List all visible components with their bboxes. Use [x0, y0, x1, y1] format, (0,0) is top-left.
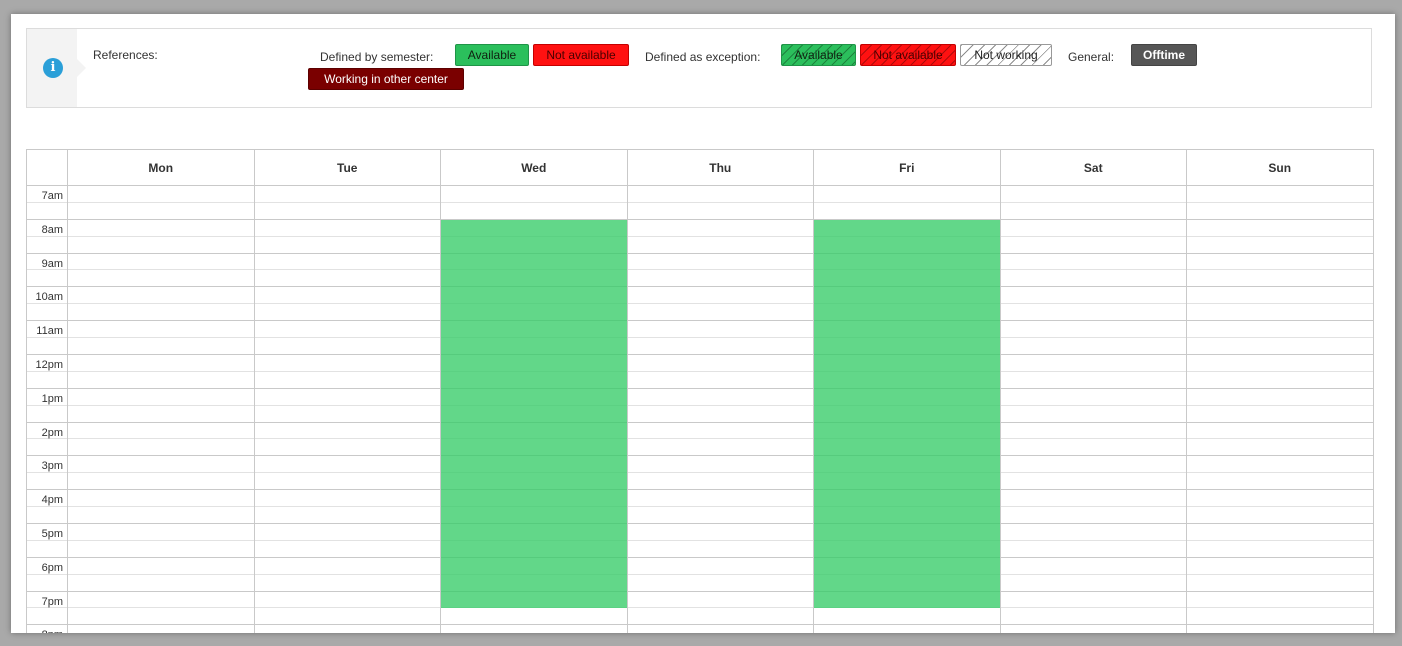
time-slot-row[interactable]	[27, 338, 1373, 355]
time-slot-row[interactable]	[27, 440, 1373, 457]
legend-icon-panel: i	[27, 29, 86, 107]
time-slot-row[interactable]	[27, 203, 1373, 220]
references-label: References:	[93, 48, 158, 62]
exception-not-available-chip: Not available	[860, 44, 956, 66]
column-divider	[67, 186, 68, 633]
semester-available-chip: Available	[455, 44, 529, 66]
time-slot-row[interactable]	[27, 473, 1373, 491]
time-slot-row[interactable]	[27, 524, 1373, 541]
time-slot-row[interactable]	[27, 237, 1373, 254]
time-slot-row[interactable]	[27, 575, 1373, 592]
exception-label: Defined as exception:	[645, 50, 761, 64]
time-slot-row[interactable]	[27, 507, 1373, 524]
time-slot-row[interactable]	[27, 254, 1373, 271]
day-header-sun: Sun	[1186, 150, 1373, 186]
available-block-wed[interactable]	[441, 219, 627, 609]
time-label: 8pm	[27, 629, 63, 633]
time-label: 2pm	[41, 426, 63, 439]
time-label: 7am	[41, 190, 63, 202]
time-label: 3pm	[41, 460, 63, 473]
time-slot-row[interactable]	[27, 271, 1373, 288]
general-label: General:	[1068, 50, 1115, 64]
time-slot-row[interactable]	[27, 372, 1373, 389]
day-header-tue: Tue	[253, 150, 441, 186]
day-header-thu: Thu	[626, 150, 814, 186]
time-slot-row[interactable]	[27, 406, 1373, 423]
time-slot-row[interactable]	[27, 423, 1373, 440]
day-header-mon: Mon	[67, 150, 254, 186]
time-label: 9am	[41, 257, 63, 270]
semester-not-available-chip: Not available	[533, 44, 629, 66]
time-label: 7pm	[41, 595, 63, 608]
time-slot-row[interactable]	[27, 558, 1373, 575]
time-slot-row[interactable]	[27, 355, 1373, 372]
time-slot-row[interactable]	[27, 321, 1373, 339]
general-offtime-chip: Offtime	[1131, 44, 1197, 66]
time-slot-row[interactable]	[27, 592, 1373, 609]
working-other-center-chip: Working in other center	[308, 68, 464, 90]
time-slot-row[interactable]	[27, 186, 1373, 203]
time-slot-row[interactable]	[27, 304, 1373, 322]
semester-label: Defined by semester:	[320, 50, 434, 64]
availability-page: i References: Defined by semester: Avail…	[11, 14, 1395, 633]
references-legend: i References: Defined by semester: Avail…	[26, 28, 1372, 108]
column-divider	[1186, 186, 1187, 633]
time-slot-row[interactable]	[27, 220, 1373, 237]
time-label: 1pm	[41, 392, 63, 405]
exception-not-working-chip: Not working	[960, 44, 1052, 66]
column-divider	[626, 186, 628, 633]
time-slot-row[interactable]	[27, 389, 1373, 406]
column-divider	[253, 186, 255, 633]
time-slot-row[interactable]	[27, 490, 1373, 508]
time-label: 4pm	[41, 494, 63, 507]
column-divider	[999, 186, 1001, 633]
time-slot-row[interactable]	[27, 456, 1373, 474]
day-header-sat: Sat	[999, 150, 1187, 186]
time-label: 12pm	[35, 359, 63, 371]
available-block-fri[interactable]	[814, 219, 1000, 609]
time-label: 6pm	[41, 561, 63, 574]
info-icon: i	[43, 58, 63, 78]
weekly-calendar: Mon Tue Wed Thu Fri Sat Sun 7am 8am 9am 10am 11am 1…	[26, 149, 1374, 633]
time-label: 8am	[41, 223, 63, 236]
time-slot-row[interactable]	[27, 625, 1373, 633]
day-header-wed: Wed	[440, 150, 627, 186]
day-header-fri: Fri	[813, 150, 1000, 186]
time-slot-row[interactable]	[27, 541, 1373, 558]
time-label: 10am	[35, 291, 63, 304]
exception-available-chip: Available	[781, 44, 856, 66]
day-header-row: Mon Tue Wed Thu Fri Sat Sun	[27, 150, 1373, 186]
time-slot-row[interactable]	[27, 287, 1373, 305]
time-label: 5pm	[41, 528, 63, 540]
time-slot-row[interactable]	[27, 609, 1373, 626]
time-label: 11am	[36, 325, 63, 338]
